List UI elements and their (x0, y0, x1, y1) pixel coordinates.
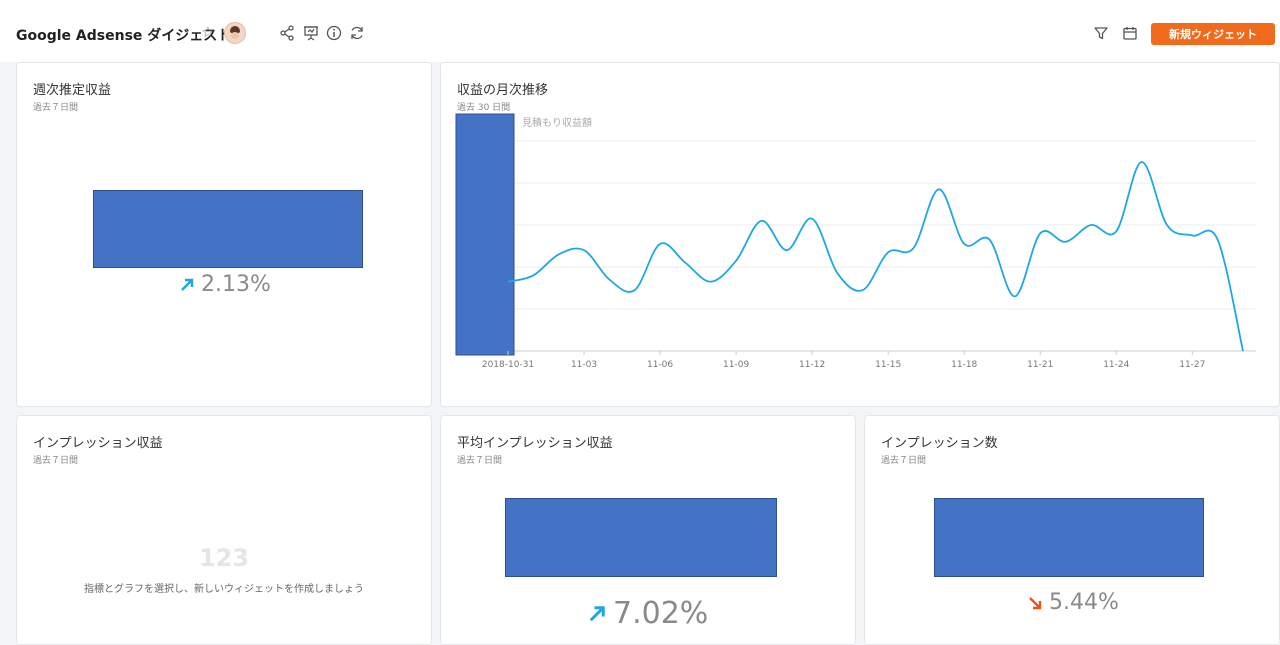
change-indicator: 5.44% (1027, 590, 1119, 615)
value-placeholder-box (93, 190, 363, 268)
value-placeholder-box (505, 498, 777, 577)
arrow-up-right-icon (181, 278, 194, 291)
widget-title: インプレッション数 (881, 436, 998, 451)
x-tick-label: 11-21 (1027, 360, 1053, 370)
widget-title: 週次推定収益 (33, 83, 112, 98)
x-tick-label: 11-09 (723, 360, 749, 370)
share-icon[interactable] (278, 24, 296, 42)
widget-subtitle: 過去７日間 (33, 456, 79, 466)
widget-impressions[interactable]: インプレッション数 過去７日間 5.44% (864, 415, 1280, 645)
x-tick-label: 11-18 (951, 360, 977, 370)
series-line (507, 161, 1244, 352)
dashboard-title: Google Adsense ダイジェスト (16, 28, 232, 44)
legend-label: 見積もり収益額 (522, 116, 592, 129)
widget-title: 平均インプレッション収益 (457, 436, 613, 451)
x-tick-label: 11-27 (1179, 360, 1205, 370)
arrow-down-right-icon (1029, 596, 1042, 609)
star-icon[interactable]: ☆ (200, 23, 216, 41)
presentation-icon[interactable] (302, 24, 320, 42)
change-percent: 5.44% (1049, 590, 1119, 615)
legend-overlay-box (455, 113, 515, 356)
x-tick-label: 11-06 (647, 360, 673, 370)
x-tick-label: 11-03 (571, 360, 597, 370)
x-tick-label: 11-15 (875, 360, 901, 370)
change-percent: 7.02% (613, 596, 709, 631)
empty-placeholder-number: 123 (198, 544, 250, 572)
x-tick-label: 2018-10-31 (482, 360, 534, 370)
calendar-icon[interactable] (1121, 24, 1139, 42)
filter-icon[interactable] (1092, 24, 1110, 42)
value-placeholder-box (934, 498, 1204, 577)
empty-message: 指標とグラフを選択し、新しいウィジェットを作成しましょう (84, 584, 364, 595)
widget-subtitle: 過去７日間 (457, 456, 503, 466)
widget-avg-impression-revenue[interactable]: 平均インプレッション収益 過去７日間 7.02% (440, 415, 856, 645)
change-indicator: 2.13% (179, 272, 271, 297)
widget-monthly-trend[interactable]: 収益の月次推移 過去 30 日間 見積もり収益額 2018-10-31 11-03… (440, 62, 1280, 407)
new-widget-button[interactable]: 新規ウィジェット (1151, 23, 1275, 45)
x-tick-label: 11-24 (1103, 360, 1129, 370)
revenue-line-chart: 見積もり収益額 2018-10-31 11-03 11-06 11-09 11-12 11… (455, 113, 1256, 370)
change-percent: 2.13% (201, 272, 271, 297)
widget-title: インプレッション収益 (33, 436, 163, 451)
widget-impression-revenue[interactable]: インプレッション収益 過去７日間 123 指標とグラフを選択し、新しいウィジェッ… (16, 415, 432, 645)
avatar[interactable] (224, 22, 246, 44)
widget-subtitle: 過去７日間 (881, 456, 927, 466)
top-bar: Google Adsense ダイジェスト ☆ 新規ウィジェット (0, 0, 1280, 62)
refresh-icon[interactable] (348, 24, 366, 42)
x-tick-label: 11-12 (799, 360, 825, 370)
change-indicator: 7.02% (587, 596, 708, 631)
arrow-up-right-icon (589, 605, 605, 621)
widget-weekly-revenue[interactable]: 週次推定収益 過去７日間 2.13% (16, 62, 432, 407)
widget-subtitle: 過去７日間 (33, 103, 79, 113)
info-icon[interactable] (325, 24, 343, 42)
